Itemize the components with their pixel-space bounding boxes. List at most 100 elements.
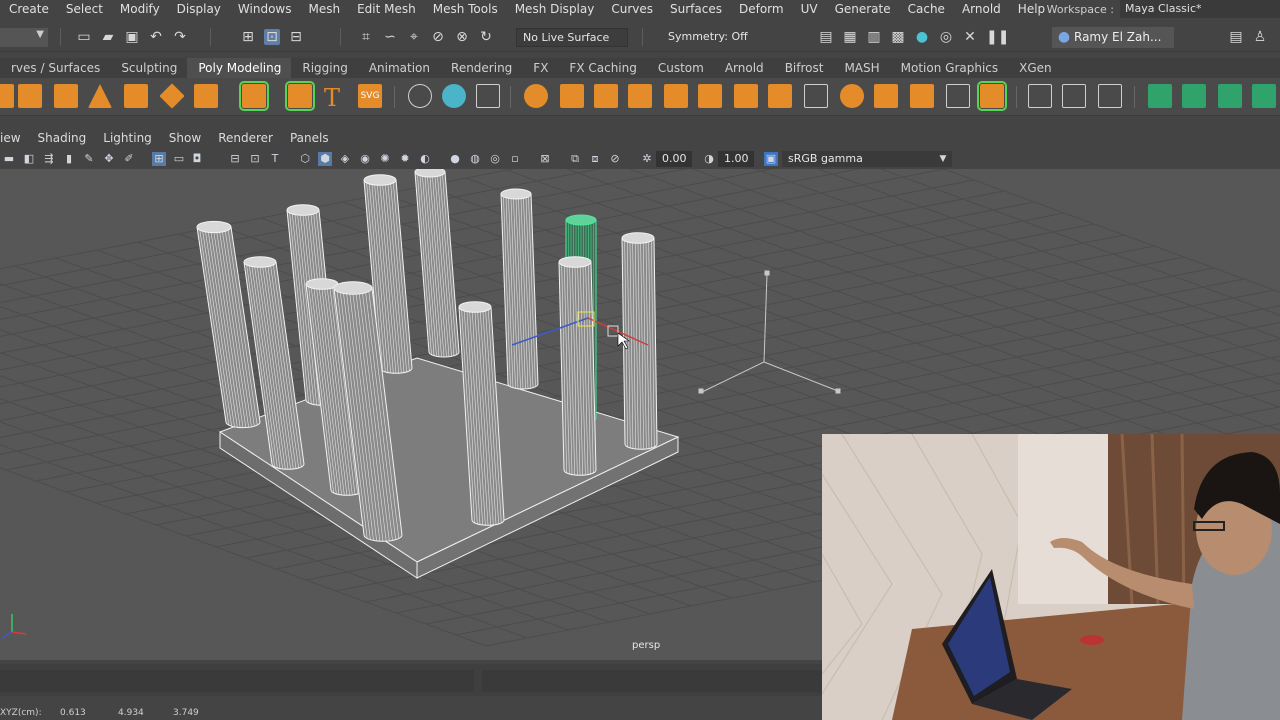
undo-icon[interactable]: ↶	[148, 29, 164, 45]
tab-rigging[interactable]: Rigging	[291, 58, 357, 78]
pause-icon[interactable]: ❚❚	[986, 29, 1009, 45]
gamma-icon[interactable]: ◑	[702, 152, 716, 166]
menu-mesh[interactable]: Mesh	[299, 2, 348, 16]
boolean-icon[interactable]	[664, 84, 688, 108]
separate-icon[interactable]	[560, 84, 584, 108]
menu-select[interactable]: Select	[57, 2, 111, 16]
grease-pencil-icon[interactable]: ✎	[82, 152, 96, 166]
tab-animation[interactable]: Animation	[358, 58, 440, 78]
menu-windows[interactable]: Windows	[229, 2, 300, 16]
xray-icon[interactable]: ⊠	[538, 152, 552, 166]
wedge-icon[interactable]	[910, 84, 934, 108]
camera-icon[interactable]: ▬	[2, 152, 16, 166]
svg-tool-icon[interactable]: SVG	[358, 84, 382, 108]
menu-cache[interactable]: Cache	[899, 2, 953, 16]
shadows-icon[interactable]: ✹	[398, 152, 412, 166]
menu-uv[interactable]: UV	[792, 2, 826, 16]
motion-blur-icon[interactable]: ●	[448, 152, 462, 166]
smooth-mesh-icon[interactable]	[628, 84, 652, 108]
cleanup-icon[interactable]	[476, 84, 500, 108]
tab-mash[interactable]: MASH	[833, 58, 889, 78]
snap-grid-icon[interactable]: ⌗	[358, 29, 374, 45]
open-scene-icon[interactable]: ▰	[100, 29, 116, 45]
cylinder-mesh[interactable]	[500, 188, 539, 390]
panel-menu-shading[interactable]: Shading	[29, 131, 95, 145]
xray-joints-icon[interactable]: ⧉	[568, 152, 582, 166]
tab-bifrost[interactable]: Bifrost	[774, 58, 834, 78]
snap-point-icon[interactable]: ⌖	[406, 29, 422, 45]
bevel-icon[interactable]	[768, 84, 792, 108]
extrude-icon[interactable]	[698, 84, 722, 108]
screen-space-ao-icon[interactable]: ◐	[418, 152, 432, 166]
gate-mask-icon[interactable]: ⊟	[228, 152, 242, 166]
menu-generate[interactable]: Generate	[826, 2, 899, 16]
smooth-shade-icon[interactable]: ⬢	[318, 152, 332, 166]
poly-cone-icon[interactable]	[88, 84, 112, 108]
hypershade-icon[interactable]: ●	[914, 29, 930, 45]
smooth-icon[interactable]	[408, 84, 432, 108]
exposure-icon[interactable]: ✲	[640, 152, 654, 166]
live-surface-field[interactable]: No Live Surface	[516, 28, 628, 47]
multi-cut-icon[interactable]	[804, 84, 828, 108]
select-by-component-icon[interactable]: ⊟	[288, 29, 304, 45]
reduce-icon[interactable]	[442, 84, 466, 108]
crease-tool-icon[interactable]	[1148, 84, 1172, 108]
safe-action-icon[interactable]: T	[268, 152, 282, 166]
menu-mesh-tools[interactable]: Mesh Tools	[424, 2, 506, 16]
poly-cube-icon[interactable]	[18, 84, 42, 108]
new-scene-icon[interactable]: ▭	[76, 29, 92, 45]
super-shape-icon[interactable]	[285, 81, 315, 111]
wireframe-on-shaded-icon[interactable]: ◈	[338, 152, 352, 166]
triangulate-icon[interactable]	[977, 81, 1007, 111]
uv-editor-icon[interactable]	[1028, 84, 1052, 108]
planar-map-icon[interactable]	[1062, 84, 1086, 108]
light-editor-icon[interactable]: ◎	[938, 29, 954, 45]
panel-menu-view[interactable]: iew	[0, 131, 29, 145]
xray-components-icon[interactable]: ⧈	[588, 152, 602, 166]
workspace-dropdown[interactable]: Maya Classic*	[1120, 0, 1280, 18]
tab-xgen[interactable]: XGen	[1008, 58, 1062, 78]
textured-icon[interactable]: ◉	[358, 152, 372, 166]
field-chart-icon[interactable]: ⊡	[248, 152, 262, 166]
mirror-icon[interactable]	[594, 84, 618, 108]
color-management-icon[interactable]: ▣	[764, 152, 778, 166]
panel-menu-panels[interactable]: Panels	[281, 131, 337, 145]
render-settings-icon[interactable]: ▩	[890, 29, 906, 45]
menu-mesh-display[interactable]: Mesh Display	[506, 2, 603, 16]
panel-menu-show[interactable]: Show	[160, 131, 209, 145]
menu-deform[interactable]: Deform	[730, 2, 792, 16]
redo-icon[interactable]: ↷	[172, 29, 188, 45]
poke-icon[interactable]	[946, 84, 970, 108]
tab-poly-modeling[interactable]: Poly Modeling	[187, 58, 292, 78]
edge-flow-icon[interactable]	[1182, 84, 1206, 108]
menu-modify[interactable]: Modify	[111, 2, 168, 16]
use-all-lights-icon[interactable]: ✺	[378, 152, 392, 166]
render-frame-icon[interactable]: ▦	[842, 29, 858, 45]
multisample-aa-icon[interactable]: ◍	[468, 152, 482, 166]
tab-fx-caching[interactable]: FX Caching	[558, 58, 646, 78]
tab-custom[interactable]: Custom	[647, 58, 714, 78]
sidebar-toggle-icon[interactable]: ▤	[1228, 29, 1244, 45]
snap-view-plane-icon[interactable]: ⊘	[430, 29, 446, 45]
cylinder-mesh[interactable]	[558, 256, 597, 476]
ipr-render-icon[interactable]: ▥	[866, 29, 882, 45]
tab-fx[interactable]: FX	[522, 58, 558, 78]
grease-pencil-toggle-icon[interactable]: ✐	[122, 152, 136, 166]
quad-draw-icon[interactable]	[1252, 84, 1276, 108]
mel-command-input[interactable]	[0, 670, 474, 692]
poly-torus-icon[interactable]	[124, 84, 148, 108]
view-transform-dropdown[interactable]: sRGB gamma	[782, 151, 952, 167]
menu-set-dropdown[interactable]: ▼	[0, 28, 48, 47]
gamma-field[interactable]: 1.00	[718, 151, 754, 167]
camera-attributes-icon[interactable]: ◧	[22, 152, 36, 166]
platonic-solids-icon[interactable]	[239, 81, 269, 111]
menu-display[interactable]: Display	[168, 2, 229, 16]
menu-curves[interactable]: Curves	[602, 2, 661, 16]
poly-sphere-icon[interactable]	[0, 84, 14, 108]
panel-menu-lighting[interactable]: Lighting	[94, 131, 160, 145]
grid-icon[interactable]: ⊞	[152, 152, 166, 166]
poly-disc-icon[interactable]	[194, 84, 218, 108]
symmetry-dropdown[interactable]: Symmetry: Off	[662, 28, 766, 47]
wireframe-icon[interactable]: ⬡	[298, 152, 312, 166]
snap-live-icon[interactable]: ⊗	[454, 29, 470, 45]
